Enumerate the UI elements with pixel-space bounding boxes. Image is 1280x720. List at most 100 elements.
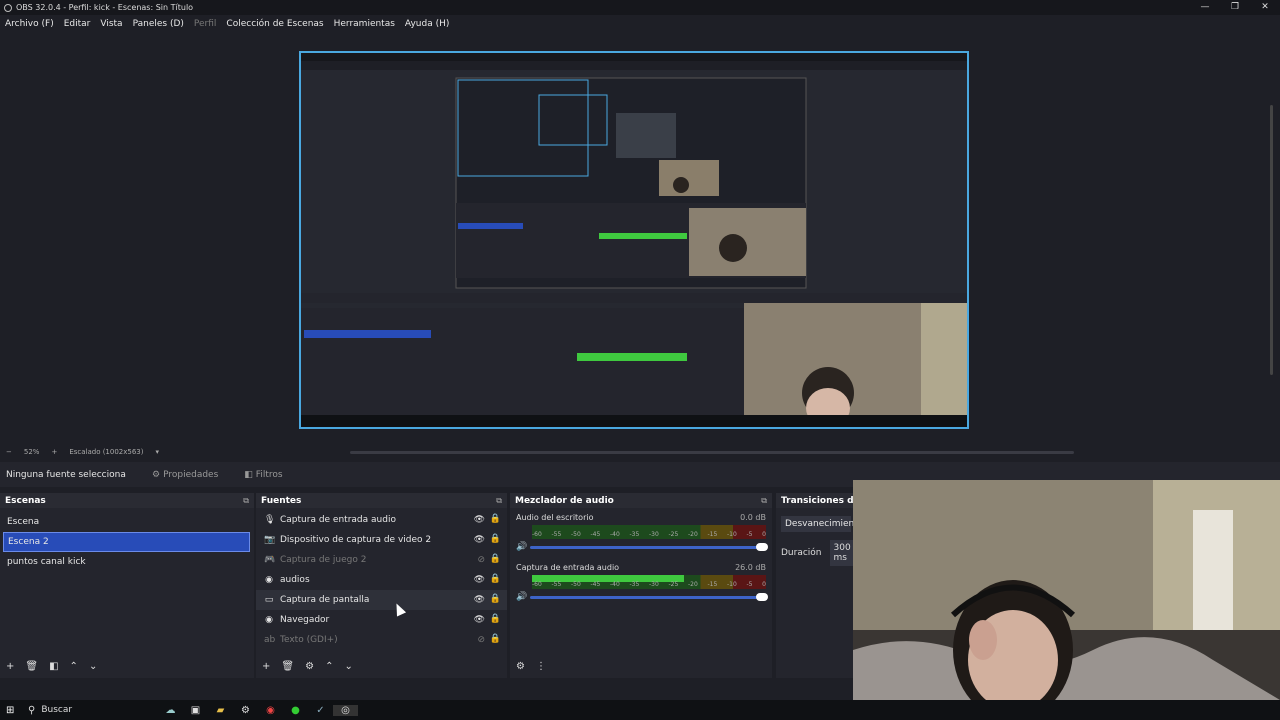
advanced-audio-icon[interactable]: ⚙ (516, 661, 525, 672)
volume-knob[interactable] (756, 542, 768, 551)
more-options-icon[interactable]: ⋮ (536, 661, 546, 672)
source-item[interactable]: 🎮 Captura de juego 2 ⊘ 🔒 (256, 550, 507, 570)
speaker-icon[interactable]: 🔊 (516, 592, 530, 602)
task-view-icon[interactable]: ▣ (183, 705, 208, 716)
meter-tick-label: -50 (571, 581, 581, 588)
scale-dropdown-icon[interactable]: ▾ (156, 448, 160, 456)
source-properties-icon[interactable]: ⚙ (305, 661, 314, 672)
volume-slider[interactable] (530, 542, 768, 551)
source-item[interactable]: ◉ audios 👁 🔒 (256, 570, 507, 590)
minimize-button[interactable]: — (1190, 0, 1220, 15)
volume-meter: -60 -55 -50 -45 -40 -35 -30 -25 -20 -15 -10 -5 0 (532, 525, 766, 539)
camera-icon: 📷 (264, 535, 276, 545)
duration-input[interactable]: 300 ms (829, 540, 854, 566)
menu-help[interactable]: Ayuda (H) (405, 19, 449, 29)
preview-horizontal-scrollbar[interactable] (350, 451, 1074, 454)
properties-button[interactable]: ⚙ Propiedades (152, 470, 218, 480)
volume-knob[interactable] (756, 592, 768, 601)
duration-label: Duración (781, 548, 822, 558)
lock-icon[interactable]: 🔒 (490, 554, 501, 564)
add-scene-icon[interactable]: + (6, 661, 14, 672)
undock-icon[interactable]: ⧉ (761, 496, 767, 506)
undock-icon[interactable]: ⧉ (496, 496, 502, 506)
close-button[interactable]: ✕ (1250, 0, 1280, 15)
source-item[interactable]: ◉ Navegador 👁 🔒 (256, 610, 507, 630)
eye-icon[interactable]: 👁 (474, 515, 485, 525)
meter-tick-label: -20 (688, 581, 698, 588)
menu-file[interactable]: Archivo (F) (5, 19, 54, 29)
move-down-icon[interactable]: ⌄ (344, 661, 352, 672)
menu-bar: Archivo (F) Editar Vista Paneles (D) Per… (0, 15, 1280, 33)
meter-tick-label: -60 (532, 531, 542, 538)
settings-app-icon[interactable]: ⚙ (233, 705, 258, 716)
eye-icon[interactable]: 👁 (474, 615, 485, 625)
eye-icon[interactable]: 👁 (474, 535, 485, 545)
file-explorer-icon[interactable]: ▰ (208, 705, 233, 716)
remove-source-icon[interactable]: 🗑 (281, 661, 294, 672)
chrome-icon[interactable]: ◉ (258, 705, 283, 716)
widget-icon[interactable]: ☁ (158, 705, 183, 716)
spotify-icon[interactable]: ● (283, 705, 308, 716)
eye-icon[interactable]: 👁 (474, 575, 485, 585)
source-label: Captura de juego 2 (280, 555, 367, 565)
taskbar-search[interactable]: ⚲ Buscar (28, 700, 158, 720)
source-item[interactable]: ab Texto (GDI+) ⊘ 🔒 (256, 630, 507, 650)
meter-tick-label: -10 (727, 531, 737, 538)
scene-item-selected[interactable]: Escena 2 (3, 532, 250, 552)
scene-item[interactable]: puntos canal kick (0, 552, 254, 572)
remove-scene-icon[interactable]: 🗑 (25, 661, 38, 672)
transition-select[interactable]: Desvanecimiento (781, 516, 854, 532)
menu-docks[interactable]: Paneles (D) (133, 19, 184, 29)
gear-icon: ⚙ (152, 469, 161, 480)
audio-mixer-dock: Mezclador de audio ⧉ Audio del escritorio… (510, 493, 772, 678)
undock-icon[interactable]: ⧉ (243, 496, 249, 506)
scene-item[interactable]: Escena (0, 512, 254, 532)
lock-icon[interactable]: 🔒 (490, 634, 501, 644)
meter-tick-label: -30 (649, 581, 659, 588)
lock-icon[interactable]: 🔒 (490, 514, 501, 524)
menu-edit[interactable]: Editar (64, 19, 91, 29)
channel-db: 0.0 dB (740, 513, 766, 522)
text-icon: ab (264, 635, 276, 645)
move-up-icon[interactable]: ⌃ (325, 661, 333, 672)
speaker-icon[interactable]: 🔊 (516, 542, 530, 552)
source-item[interactable]: 🎙 Captura de entrada audio 👁 🔒 (256, 510, 507, 530)
preview-vertical-scrollbar[interactable] (1270, 105, 1273, 375)
menu-tools[interactable]: Herramientas (334, 19, 395, 29)
lock-icon[interactable]: 🔒 (490, 614, 501, 624)
move-down-icon[interactable]: ⌄ (89, 661, 97, 672)
zoom-in-button[interactable]: + (51, 448, 57, 456)
webcam-overlay (853, 480, 1280, 700)
source-item[interactable]: 📷 Dispositivo de captura de video 2 👁 🔒 (256, 530, 507, 550)
title-bar: OBS 32.0.4 - Perfil: kick - Escenas: Sin… (0, 0, 1280, 15)
meter-tick-label: -5 (746, 581, 753, 588)
maximize-button[interactable]: ❐ (1220, 0, 1250, 15)
source-label: Captura de entrada audio (280, 515, 396, 525)
eye-icon[interactable]: 👁 (474, 595, 485, 605)
add-source-icon[interactable]: + (262, 661, 270, 672)
menu-profile[interactable]: Perfil (194, 19, 217, 29)
windows-start-icon[interactable]: ⊞ (6, 705, 18, 716)
obs-taskbar-icon[interactable]: ◎ (333, 704, 358, 716)
source-label: Dispositivo de captura de video 2 (280, 535, 432, 545)
filters-button[interactable]: ◧ Filtros (244, 470, 282, 480)
lock-icon[interactable]: 🔒 (490, 534, 501, 544)
scenes-dock: Escenas ⧉ Escena Escena 2 puntos canal ki… (0, 493, 254, 678)
zoom-out-button[interactable]: − (6, 448, 12, 456)
menu-view[interactable]: Vista (100, 19, 122, 29)
lock-icon[interactable]: 🔒 (490, 594, 501, 604)
scene-filters-icon[interactable]: ◧ (49, 661, 58, 672)
meter-tick-label: -40 (610, 531, 620, 538)
steam-icon[interactable]: ✓ (308, 705, 333, 716)
eye-hidden-icon[interactable]: ⊘ (477, 635, 485, 645)
meter-tick-label: -45 (590, 531, 601, 538)
source-item[interactable]: ▭ Captura de pantalla 👁 🔒 (256, 590, 507, 610)
sources-title: Fuentes (261, 495, 302, 506)
move-up-icon[interactable]: ⌃ (70, 661, 78, 672)
volume-slider[interactable] (530, 592, 768, 601)
preview-canvas[interactable] (299, 51, 969, 429)
menu-scene-collection[interactable]: Colección de Escenas (226, 19, 323, 29)
eye-hidden-icon[interactable]: ⊘ (477, 555, 485, 565)
channel-db: 26.0 dB (735, 563, 766, 572)
lock-icon[interactable]: 🔒 (490, 574, 501, 584)
